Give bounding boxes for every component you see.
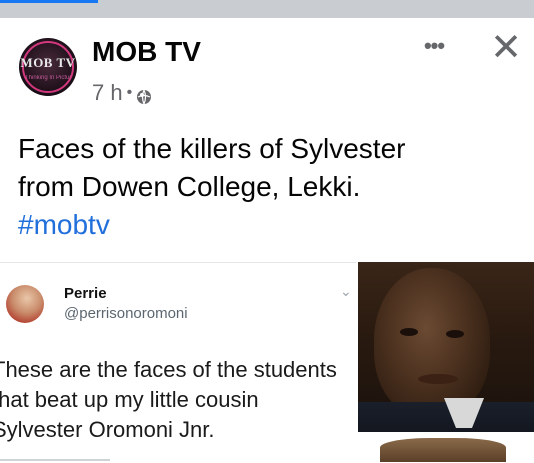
post-text-line-1: Faces of the killers of Sylvester: [18, 133, 406, 164]
more-options-icon[interactable]: •••: [418, 32, 450, 60]
page-avatar[interactable]: MOB TV Thinking In Pictures: [19, 38, 77, 96]
tweet-line-2: that beat up my little cousin: [0, 387, 259, 412]
photo-eye-right: [446, 330, 464, 338]
student-photo-2[interactable]: [358, 436, 534, 462]
post-text: Faces of the killers of Sylvester from D…: [18, 130, 518, 206]
post-text-line-2: from Dowen College, Lekki.: [18, 171, 361, 202]
tweet-author-avatar: [6, 285, 44, 323]
tweet-screenshot-image[interactable]: Perrie @perrisonoromoni ⌄ These are the …: [0, 262, 356, 463]
post-meta: 7 h •: [92, 80, 152, 106]
photo-face: [374, 268, 490, 418]
tweet-line-1: These are the faces of the students: [0, 357, 337, 382]
tweet-divider: [0, 459, 110, 461]
avatar-logo-text: MOB TV: [20, 55, 76, 70]
photo2-face: [380, 438, 506, 462]
post-timestamp[interactable]: 7 h: [92, 80, 123, 106]
top-strip: [0, 0, 534, 18]
photo-shirt: [358, 402, 534, 432]
photo-eye-left: [400, 328, 418, 336]
post-author-name[interactable]: MOB TV: [92, 36, 201, 68]
chevron-down-icon: ⌄: [340, 283, 352, 299]
tweet-author-handle: @perrisonoromoni: [64, 305, 188, 322]
tweet-author-name: Perrie: [64, 285, 107, 302]
photo-mouth: [418, 374, 458, 384]
top-strip-accent: [0, 0, 98, 3]
student-photo-1[interactable]: [358, 262, 534, 432]
meta-separator: •: [126, 84, 133, 101]
tweet-body: These are the faces of the students that…: [0, 355, 360, 445]
avatar-tagline: Thinking In Pictures: [25, 75, 71, 81]
globe-icon[interactable]: [136, 85, 152, 105]
tweet-line-3: Sylvester Oromoni Jnr.: [0, 417, 215, 442]
close-icon[interactable]: ✕: [486, 29, 526, 67]
hashtag-link[interactable]: #mobtv: [18, 206, 110, 244]
